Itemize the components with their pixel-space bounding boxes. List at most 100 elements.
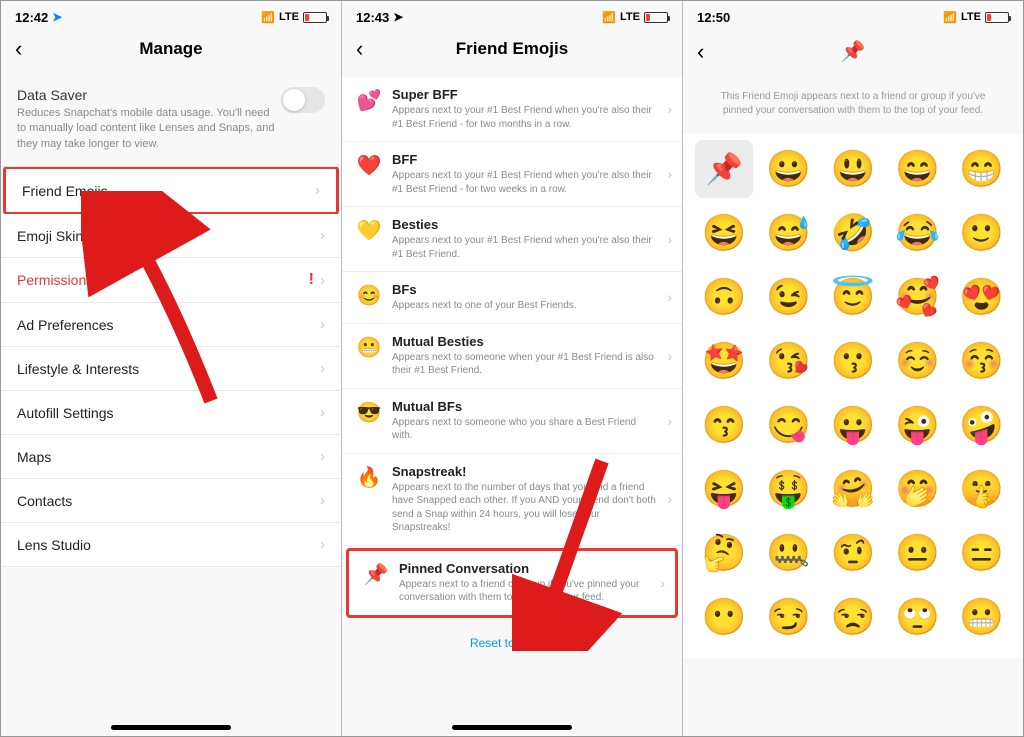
settings-row-autofill-settings[interactable]: Autofill Settings› [1, 391, 341, 435]
back-button[interactable]: ‹ [356, 36, 363, 62]
friend-emojis-list[interactable]: 💕Super BFFAppears next to your #1 Best F… [342, 77, 682, 736]
friend-emoji-desc: Appears next to your #1 Best Friend when… [392, 104, 657, 131]
emoji-option[interactable]: 😁 [953, 140, 1011, 198]
settings-row-contacts[interactable]: Contacts› [1, 479, 341, 523]
emoji-option[interactable]: 😏 [759, 588, 817, 646]
status-time: 12:43 [356, 10, 389, 25]
row-label: Lifestyle & Interests [17, 361, 139, 377]
emoji-option[interactable]: 🤔 [695, 524, 753, 582]
emoji-option[interactable]: 😜 [888, 396, 946, 454]
settings-row-emoji-skin-tone[interactable]: Emoji Skin Tone› [1, 214, 341, 258]
warning-icon: ! [309, 271, 314, 289]
chevron-right-icon: › [320, 227, 325, 244]
friend-emoji-row-bff[interactable]: ❤️BFFAppears next to your #1 Best Friend… [342, 142, 682, 207]
friend-emoji-title: Snapstreak! [392, 464, 657, 479]
emoji-option[interactable]: 🤫 [953, 460, 1011, 518]
emoji-option[interactable]: ☺️ [888, 332, 946, 390]
emoji-option[interactable]: 😘 [759, 332, 817, 390]
emoji-option[interactable]: 🙂 [953, 204, 1011, 262]
reset-label: Reset to default [470, 636, 554, 650]
settings-row-maps[interactable]: Maps› [1, 435, 341, 479]
emoji-option[interactable]: 🙄 [888, 588, 946, 646]
emoji-option[interactable]: 📌 [695, 140, 753, 198]
friend-emoji-desc: Appears next to someone who you share a … [392, 416, 657, 443]
emoji-option[interactable]: 🤨 [824, 524, 882, 582]
chevron-right-icon: › [320, 360, 325, 377]
emoji-option[interactable]: 😂 [888, 204, 946, 262]
settings-row-friend-emojis[interactable]: Friend Emojis › [3, 166, 339, 215]
friend-emoji-icon: 🔥 [354, 465, 384, 490]
emoji-grid-scroll[interactable]: 📌😀😃😄😁 😆😅🤣😂🙂 🙃😉😇🥰😍 🤩😘😗☺️😚 😙😋😛😜🤪 😝🤑🤗🤭🤫 🤔🤐🤨😐😑 😶😏😒🙄… [683, 134, 1023, 736]
friend-emoji-row-mutual-besties[interactable]: 😬Mutual BestiesAppears next to someone w… [342, 324, 682, 389]
status-bar: 12:50 📶 LTE [683, 1, 1023, 29]
emoji-option[interactable]: 😇 [824, 268, 882, 326]
back-button[interactable]: ‹ [15, 36, 22, 62]
emoji-option[interactable]: 😚 [953, 332, 1011, 390]
reset-to-default[interactable]: Reset to default [342, 620, 682, 666]
friend-emoji-icon: 😬 [354, 335, 384, 360]
emoji-option[interactable]: 🤐 [759, 524, 817, 582]
friend-emoji-title: Super BFF [392, 87, 657, 102]
friend-emoji-row-bfs[interactable]: 😊BFsAppears next to one of your Best Fri… [342, 272, 682, 324]
emoji-option[interactable]: 🤪 [953, 396, 1011, 454]
emoji-option[interactable]: 😶 [695, 588, 753, 646]
back-button[interactable]: ‹ [697, 39, 704, 65]
home-indicator[interactable] [452, 725, 572, 730]
settings-row-ad-preferences[interactable]: Ad Preferences› [1, 303, 341, 347]
friend-emoji-title: Pinned Conversation [399, 561, 650, 576]
emoji-option[interactable]: 🥰 [888, 268, 946, 326]
emoji-option[interactable]: 😃 [824, 140, 882, 198]
emoji-option[interactable]: 😛 [824, 396, 882, 454]
emoji-option[interactable]: 🙃 [695, 268, 753, 326]
chevron-right-icon: › [315, 182, 320, 199]
manage-content[interactable]: Data Saver Reduces Snapchat's mobile dat… [1, 77, 341, 736]
friend-emoji-icon: 💛 [354, 218, 384, 243]
emoji-option[interactable]: 😑 [953, 524, 1011, 582]
data-saver-toggle[interactable] [281, 87, 325, 113]
chevron-right-icon: › [320, 404, 325, 421]
settings-row-lifestyle-interests[interactable]: Lifestyle & Interests › [1, 347, 341, 391]
settings-row-permissions[interactable]: Permissions!› [1, 258, 341, 303]
location-icon: ➤ [52, 10, 62, 24]
emoji-option[interactable]: 😀 [759, 140, 817, 198]
emoji-option[interactable]: 😬 [953, 588, 1011, 646]
screen-friend-emojis: 12:43 ➤ 📶 LTE ‹ Friend Emojis 💕Super BFF… [342, 1, 683, 736]
emoji-option[interactable]: 😗 [824, 332, 882, 390]
home-indicator[interactable] [111, 725, 231, 730]
emoji-option[interactable]: 🤭 [888, 460, 946, 518]
emoji-option[interactable]: 😄 [888, 140, 946, 198]
emoji-option[interactable]: 😐 [888, 524, 946, 582]
friend-emoji-row-super-bff[interactable]: 💕Super BFFAppears next to your #1 Best F… [342, 77, 682, 142]
row-label: Lens Studio [17, 537, 91, 553]
settings-row-lens-studio[interactable]: Lens Studio› [1, 523, 341, 567]
emoji-option[interactable]: 😝 [695, 460, 753, 518]
emoji-option[interactable]: 😅 [759, 204, 817, 262]
emoji-option[interactable]: 😙 [695, 396, 753, 454]
network-label: LTE [620, 11, 640, 23]
status-bar: 12:43 ➤ 📶 LTE [342, 1, 682, 29]
friend-emoji-row-snapstreak-[interactable]: 🔥Snapstreak!Appears next to the number o… [342, 454, 682, 546]
emoji-option[interactable]: 😉 [759, 268, 817, 326]
friend-emoji-row-pinned-conversation[interactable]: 📌Pinned ConversationAppears next to a fr… [346, 548, 678, 618]
friend-emoji-icon: 📌 [361, 562, 391, 587]
friend-emoji-row-besties[interactable]: 💛BestiesAppears next to your #1 Best Fri… [342, 207, 682, 272]
emoji-option[interactable]: 😒 [824, 588, 882, 646]
emoji-option[interactable]: 🤑 [759, 460, 817, 518]
friend-emoji-row-mutual-bfs[interactable]: 😎Mutual BFsAppears next to someone who y… [342, 389, 682, 454]
row-label: Ad Preferences [17, 317, 114, 333]
emoji-option[interactable]: 🤩 [695, 332, 753, 390]
emoji-option[interactable]: 🤗 [824, 460, 882, 518]
friend-emoji-icon: 😊 [354, 283, 384, 308]
picker-description: This Friend Emoji appears next to a frie… [683, 82, 1023, 134]
header-emoji: 📌 [841, 39, 866, 64]
chevron-right-icon: › [667, 289, 672, 305]
status-time: 12:50 [697, 10, 730, 25]
row-label: Friend Emojis [22, 183, 108, 199]
emoji-option[interactable]: 🤣 [824, 204, 882, 262]
friend-emoji-title: Mutual Besties [392, 334, 657, 349]
friend-emoji-desc: Appears next to one of your Best Friends… [392, 299, 657, 313]
emoji-option[interactable]: 😍 [953, 268, 1011, 326]
chevron-right-icon: › [667, 101, 672, 117]
emoji-option[interactable]: 😆 [695, 204, 753, 262]
emoji-option[interactable]: 😋 [759, 396, 817, 454]
